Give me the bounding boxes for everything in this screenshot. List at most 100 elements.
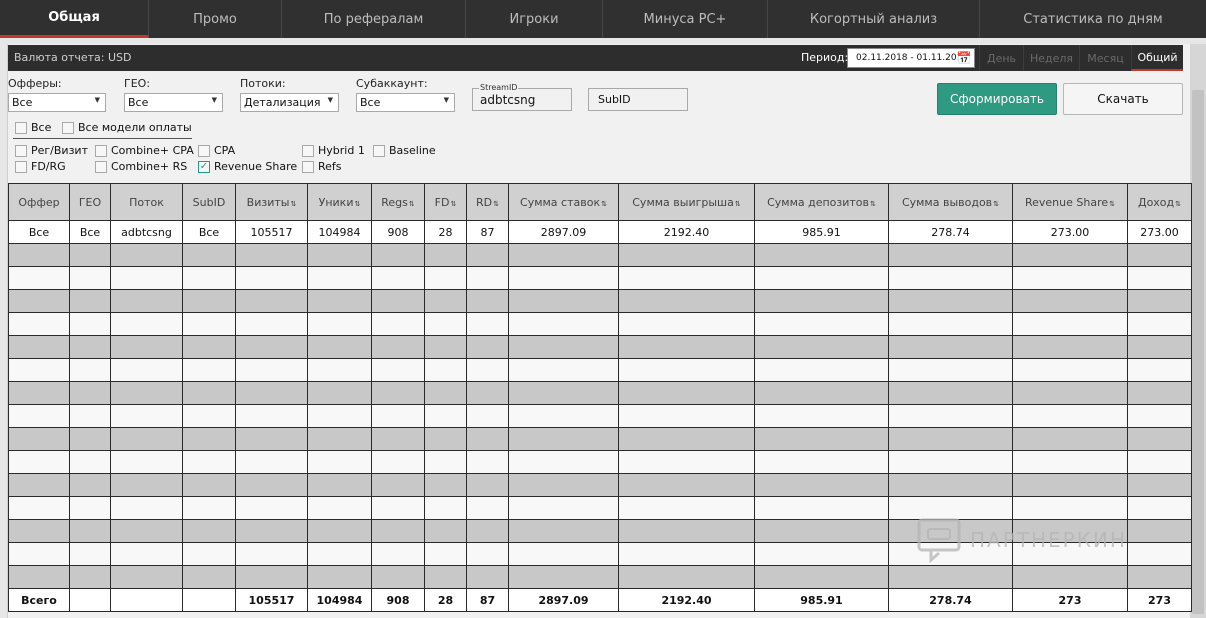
column-header[interactable]: Regs⇅ bbox=[371, 183, 425, 221]
streams-select[interactable]: Детализация ▼ bbox=[240, 93, 339, 112]
checkbox-label: Все bbox=[31, 121, 52, 134]
table-cell bbox=[888, 289, 1013, 313]
checkbox-combine-cpa[interactable]: Combine+ CPA bbox=[95, 144, 194, 157]
tab-daily-stats[interactable]: Статистика по дням bbox=[980, 0, 1206, 38]
checkbox-box[interactable] bbox=[62, 121, 74, 134]
sort-icon[interactable]: ⇅ bbox=[409, 200, 415, 208]
table-cell bbox=[424, 243, 467, 267]
checkbox-fd-rg[interactable]: FD/RG bbox=[15, 160, 66, 173]
period-tab-week[interactable]: Неделя bbox=[1023, 45, 1079, 71]
period-tab-month[interactable]: Месяц bbox=[1079, 45, 1131, 71]
subaccount-select[interactable]: Все ▼ bbox=[356, 93, 455, 112]
table-cell bbox=[69, 312, 111, 336]
table-cell bbox=[1127, 289, 1192, 313]
column-header[interactable]: Визиты⇅ bbox=[235, 183, 308, 221]
date-range-value: 02.11.2018 - 01.11.2019 bbox=[856, 53, 969, 63]
column-header[interactable]: RD⇅ bbox=[466, 183, 509, 221]
column-header[interactable]: Сумма депозитов⇅ bbox=[754, 183, 889, 221]
table-cell bbox=[307, 427, 372, 451]
checkbox-reg-visit[interactable]: Рег/Визит bbox=[15, 144, 88, 157]
column-header[interactable]: Доход⇅ bbox=[1127, 183, 1192, 221]
table-cell bbox=[182, 243, 236, 267]
column-header[interactable]: Revenue Share⇅ bbox=[1012, 183, 1128, 221]
sort-icon[interactable]: ⇅ bbox=[493, 200, 499, 208]
checkmark-icon[interactable]: ✓ bbox=[198, 160, 210, 173]
sort-icon[interactable]: ⇅ bbox=[993, 200, 999, 208]
table-cell bbox=[424, 473, 467, 497]
checkbox-revenue-share[interactable]: ✓ Revenue Share bbox=[198, 160, 297, 173]
empty-table-row bbox=[8, 312, 1192, 336]
column-header[interactable]: Сумма ставок⇅ bbox=[508, 183, 619, 221]
offers-select[interactable]: Все ▼ bbox=[8, 93, 106, 112]
checkbox-all-payment-models[interactable]: Все модели оплаты bbox=[62, 121, 192, 134]
sort-icon[interactable]: ⇅ bbox=[1175, 200, 1181, 208]
table-cell bbox=[888, 473, 1013, 497]
table-cell bbox=[1012, 427, 1128, 451]
table-cell bbox=[110, 243, 183, 267]
sort-icon[interactable]: ⇅ bbox=[1109, 200, 1115, 208]
checkbox-baseline[interactable]: Baseline bbox=[373, 144, 436, 157]
download-button[interactable]: Скачать bbox=[1063, 83, 1183, 115]
table-cell bbox=[110, 450, 183, 474]
period-tab-total[interactable]: Общий bbox=[1131, 45, 1183, 71]
table-cell bbox=[508, 404, 619, 428]
streamid-field[interactable]: StreamID adbtcsng bbox=[472, 83, 572, 111]
checkbox-refs[interactable]: Refs bbox=[302, 160, 342, 173]
generate-button[interactable]: Сформировать bbox=[937, 83, 1057, 115]
scrollbar-thumb[interactable] bbox=[1192, 90, 1204, 614]
table-cell bbox=[307, 404, 372, 428]
sort-icon[interactable]: ⇅ bbox=[601, 200, 607, 208]
checkbox-box[interactable] bbox=[95, 160, 107, 173]
table-cell bbox=[1012, 473, 1128, 497]
calendar-icon[interactable]: 📅 bbox=[956, 50, 972, 66]
table-cell bbox=[618, 335, 755, 359]
watermark-logo-icon bbox=[917, 518, 961, 563]
column-header[interactable]: Сумма выводов⇅ bbox=[888, 183, 1013, 221]
table-cell bbox=[307, 473, 372, 497]
table-cell bbox=[754, 542, 889, 566]
checkbox-box[interactable] bbox=[15, 121, 27, 134]
table-cell: 2192.40 bbox=[618, 220, 755, 244]
checkbox-box[interactable] bbox=[15, 160, 27, 173]
tab-minus-rs[interactable]: Минуса РС+ bbox=[603, 0, 768, 38]
checkbox-box[interactable] bbox=[302, 160, 314, 173]
tab-referrals[interactable]: По рефералам bbox=[282, 0, 466, 38]
period-tab-day[interactable]: День bbox=[979, 45, 1023, 71]
tab-cohort[interactable]: Когортный анализ bbox=[768, 0, 980, 38]
column-header: ГЕО bbox=[69, 183, 111, 221]
sort-icon[interactable]: ⇅ bbox=[450, 200, 456, 208]
checkbox-box[interactable] bbox=[198, 144, 210, 157]
tab-players[interactable]: Игроки bbox=[466, 0, 603, 38]
geo-select[interactable]: Все ▼ bbox=[124, 93, 223, 112]
totals-cell: 908 bbox=[371, 588, 425, 612]
tab-general[interactable]: Общая bbox=[0, 0, 149, 38]
checkbox-box[interactable] bbox=[95, 144, 107, 157]
checkbox-hybrid-1[interactable]: Hybrid 1 bbox=[302, 144, 365, 157]
sort-icon[interactable]: ⇅ bbox=[290, 200, 296, 208]
table-cell bbox=[307, 450, 372, 474]
column-header[interactable]: Уники⇅ bbox=[307, 183, 372, 221]
table-cell bbox=[508, 542, 619, 566]
date-range-input[interactable]: 02.11.2018 - 01.11.2019 📅 bbox=[847, 48, 975, 68]
table-cell bbox=[182, 450, 236, 474]
sort-icon[interactable]: ⇅ bbox=[735, 200, 741, 208]
checkbox-cpa[interactable]: CPA bbox=[198, 144, 235, 157]
checkbox-box[interactable] bbox=[302, 144, 314, 157]
checkbox-box[interactable] bbox=[373, 144, 385, 157]
sort-icon[interactable]: ⇅ bbox=[354, 200, 360, 208]
column-header[interactable]: Сумма выигрыша⇅ bbox=[618, 183, 755, 221]
sort-icon[interactable]: ⇅ bbox=[870, 200, 876, 208]
table-cell bbox=[618, 358, 755, 382]
checkbox-box[interactable] bbox=[15, 144, 27, 157]
table-row[interactable]: Все Все adbtcsng Все 105517 104984 908 28 87 2897… bbox=[8, 220, 1192, 244]
table-cell bbox=[424, 519, 467, 543]
checkbox-combine-rs[interactable]: Combine+ RS bbox=[95, 160, 187, 173]
subid-field[interactable]: SubID bbox=[588, 88, 688, 111]
empty-table-row bbox=[8, 381, 1192, 405]
vertical-scrollbar[interactable] bbox=[1190, 44, 1206, 618]
tab-promo[interactable]: Промо bbox=[149, 0, 282, 38]
table-cell bbox=[1127, 381, 1192, 405]
checkbox-all[interactable]: Все bbox=[15, 121, 51, 134]
column-header-label: Визиты bbox=[246, 195, 290, 209]
column-header[interactable]: FD⇅ bbox=[424, 183, 467, 221]
